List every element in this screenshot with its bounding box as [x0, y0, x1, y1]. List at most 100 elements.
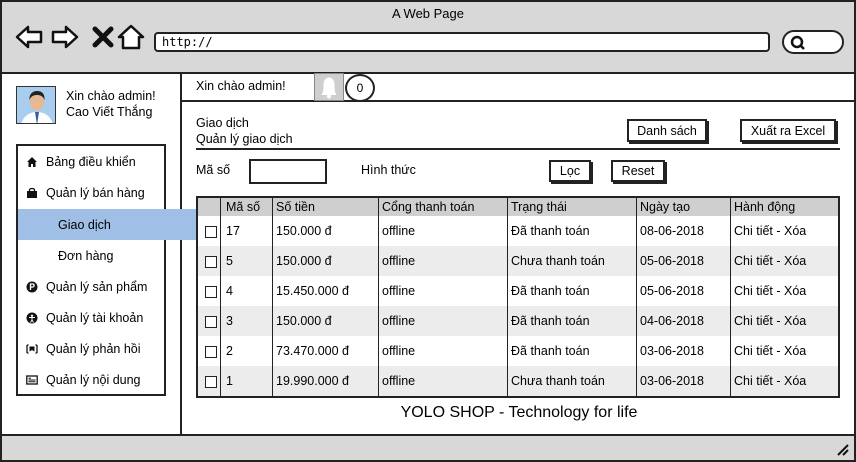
- row-checkbox[interactable]: [205, 346, 217, 358]
- url-bar[interactable]: http://: [154, 32, 770, 52]
- table-cell: 05-06-2018: [640, 284, 704, 298]
- row-checkbox[interactable]: [205, 286, 217, 298]
- table-cell: offline: [382, 314, 416, 328]
- row-checkbox[interactable]: [205, 376, 217, 388]
- filter-button[interactable]: Lọc: [549, 160, 591, 182]
- table-cell: 08-06-2018: [640, 224, 704, 238]
- table-cell: 4: [226, 284, 233, 298]
- row-actions-link[interactable]: Chi tiết - Xóa: [734, 374, 806, 388]
- sidebar-item-label: Đơn hàng: [58, 248, 114, 263]
- page-title: Quản lý giao dịch: [196, 132, 293, 146]
- divider: [196, 148, 840, 150]
- sidebar-item-dashboard[interactable]: Bảng điều khiển: [18, 146, 164, 177]
- table-cell: Chưa thanh toán: [511, 254, 605, 268]
- table-row: 3 150.000 đ offline Đã thanh toán 04-06-2018…: [198, 306, 838, 336]
- row-actions-link[interactable]: Chi tiết - Xóa: [734, 254, 806, 268]
- column-header[interactable]: Cổng thanh toán: [382, 200, 474, 214]
- row-checkbox[interactable]: [205, 316, 217, 328]
- table-row: 17 150.000 đ offline Đã thanh toán 08-06-201…: [198, 216, 838, 246]
- bell-icon: [322, 77, 336, 99]
- sidebar-item-products[interactable]: Quản lý sản phẩm: [18, 271, 164, 302]
- sidebar-item-label: Quản lý sản phẩm: [46, 279, 148, 294]
- sidebar-item-feedback[interactable]: Quản lý phản hồi: [18, 333, 164, 364]
- table-row: 1 19.990.000 đ offline Chưa thanh toán 03-06…: [198, 366, 838, 396]
- column-header[interactable]: Số tiền: [276, 200, 315, 214]
- sidebar-item-sales[interactable]: Quản lý bán hàng: [18, 177, 164, 208]
- column-header[interactable]: Trạng thái: [511, 200, 567, 214]
- url-text: http://: [162, 35, 213, 49]
- table-cell: 03-06-2018: [640, 374, 704, 388]
- account-icon: [25, 311, 39, 325]
- table-cell: Chưa thanh toán: [511, 374, 605, 388]
- table-row: 5 150.000 đ offline Chưa thanh toán 05-06-20…: [198, 246, 838, 276]
- column-header[interactable]: Mã số: [226, 200, 260, 214]
- feedback-icon: [25, 342, 39, 356]
- reset-button[interactable]: Reset: [611, 160, 665, 182]
- transactions-table: Mã số Số tiền Cổng thanh toán Trạng thái…: [196, 196, 840, 398]
- avatar: [16, 86, 56, 124]
- back-arrow-icon[interactable]: [14, 22, 44, 52]
- table-cell: offline: [382, 284, 416, 298]
- id-filter-label: Mã số: [196, 163, 231, 177]
- welcome-text: Xin chào admin!: [196, 79, 286, 93]
- user-name: Cao Viết Thắng: [66, 105, 153, 119]
- home-icon: [25, 155, 39, 169]
- table-cell: 73.470.000 đ: [276, 344, 349, 358]
- sidebar-item-label: Quản lý bán hàng: [46, 185, 145, 200]
- table-header: Mã số Số tiền Cổng thanh toán Trạng thái…: [198, 198, 838, 216]
- sidebar-item-content[interactable]: Quản lý nội dung: [18, 364, 164, 395]
- product-icon: [25, 280, 39, 294]
- table-row: 4 15.450.000 đ offline Đã thanh toán 05-06-2…: [198, 276, 838, 306]
- column-header[interactable]: Hành động: [734, 200, 795, 214]
- window-title: A Web Page: [391, 6, 465, 21]
- notification-button[interactable]: [314, 73, 344, 101]
- column-header[interactable]: Ngày tạo: [640, 200, 690, 214]
- breadcrumb: Giao dịch: [196, 116, 249, 130]
- table-cell: 2: [226, 344, 233, 358]
- table-cell: 19.990.000 đ: [276, 374, 349, 388]
- table-cell: 3: [226, 314, 233, 328]
- row-actions-link[interactable]: Chi tiết - Xóa: [734, 224, 806, 238]
- table-cell: Đã thanh toán: [511, 314, 590, 328]
- sidebar-item-accounts[interactable]: Quản lý tài khoản: [18, 302, 164, 333]
- list-button[interactable]: Danh sách: [627, 119, 707, 142]
- id-filter-input[interactable]: [249, 159, 327, 184]
- resize-grip-icon[interactable]: [834, 442, 850, 456]
- row-checkbox[interactable]: [205, 226, 217, 238]
- table-cell: 03-06-2018: [640, 344, 704, 358]
- notification-count-badge: 0: [345, 74, 375, 102]
- table-cell: 15.450.000 đ: [276, 284, 349, 298]
- browser-search-box[interactable]: [782, 30, 844, 54]
- footer-slogan: YOLO SHOP - Technology for life: [400, 404, 638, 421]
- row-actions-link[interactable]: Chi tiết - Xóa: [734, 284, 806, 298]
- row-checkbox[interactable]: [205, 256, 217, 268]
- sidebar-item-transactions[interactable]: Giao dịch: [18, 209, 204, 240]
- status-bar: [0, 434, 856, 462]
- row-actions-link[interactable]: Chi tiết - Xóa: [734, 314, 806, 328]
- table-cell: 17: [226, 224, 240, 238]
- sidebar-item-label: Quản lý tài khoản: [46, 310, 144, 325]
- search-icon: [790, 35, 805, 50]
- forward-arrow-icon[interactable]: [50, 22, 80, 52]
- close-icon[interactable]: [88, 22, 118, 52]
- sidebar-item-orders[interactable]: Đơn hàng: [18, 240, 204, 271]
- user-greeting: Xin chào admin!: [66, 89, 156, 103]
- table-cell: offline: [382, 374, 416, 388]
- table-cell: 1: [226, 374, 233, 388]
- table-cell: offline: [382, 224, 416, 238]
- sidebar-item-label: Quản lý nội dung: [46, 372, 141, 387]
- sidebar-item-label: Quản lý phản hồi: [46, 341, 141, 356]
- export-excel-button[interactable]: Xuất ra Excel: [740, 119, 836, 142]
- content-icon: [25, 373, 39, 387]
- table-cell: 04-06-2018: [640, 314, 704, 328]
- home-nav-icon[interactable]: [116, 22, 146, 52]
- table-row: 2 73.470.000 đ offline Đã thanh toán 03-06-2…: [198, 336, 838, 366]
- table-cell: 150.000 đ: [276, 254, 332, 268]
- table-cell: 5: [226, 254, 233, 268]
- sidebar-item-label: Giao dịch: [58, 217, 111, 232]
- shopping-bag-icon: [25, 186, 39, 200]
- row-actions-link[interactable]: Chi tiết - Xóa: [734, 344, 806, 358]
- table-cell: Đã thanh toán: [511, 344, 590, 358]
- sidebar-item-label: Bảng điều khiển: [46, 154, 136, 169]
- table-cell: Đã thanh toán: [511, 224, 590, 238]
